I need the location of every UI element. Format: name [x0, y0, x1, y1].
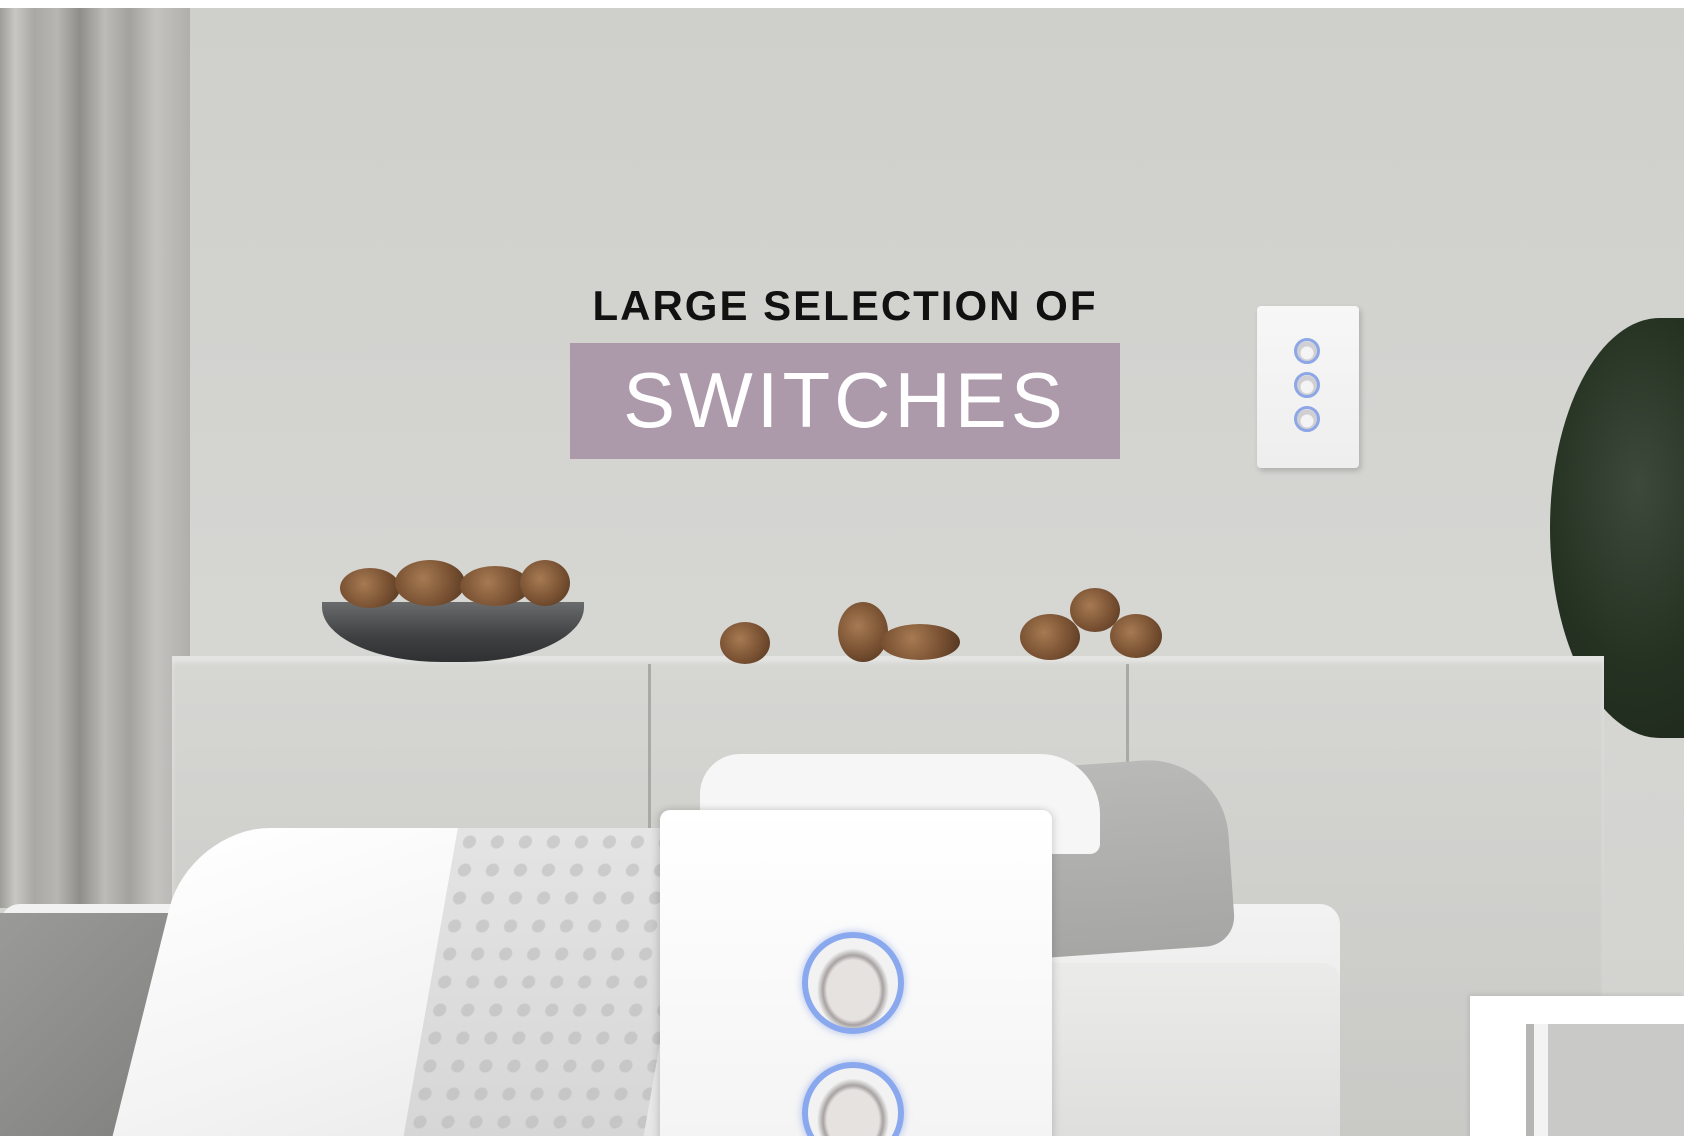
pinecone: [395, 560, 465, 606]
framed-panel-inner: [1526, 1024, 1684, 1136]
headline-small: LARGE SELECTION OF: [592, 282, 1098, 329]
decor-bowl: [322, 602, 584, 662]
room-scene: [0, 8, 1684, 1136]
switch-button: [1294, 372, 1320, 398]
headline-big: SWITCHES: [623, 356, 1067, 444]
framed-panel: [1470, 996, 1684, 1136]
headline-box: SWITCHES: [570, 343, 1120, 459]
switch-button: [802, 932, 904, 1034]
pinecone: [880, 624, 960, 660]
sofa-arm: [1030, 963, 1340, 1136]
curtain: [0, 8, 190, 908]
switch-button: [802, 1062, 904, 1136]
wall-switch-icon: [1257, 306, 1359, 468]
switch-button: [1294, 338, 1320, 364]
pinecone: [1110, 614, 1162, 658]
pinecone: [720, 622, 770, 664]
wall-switch-icon: [660, 810, 1052, 1136]
pinecone: [838, 602, 888, 662]
switch-button: [1294, 406, 1320, 432]
pinecone: [1020, 614, 1080, 660]
pinecone: [340, 568, 400, 608]
pinecone: [520, 560, 570, 606]
